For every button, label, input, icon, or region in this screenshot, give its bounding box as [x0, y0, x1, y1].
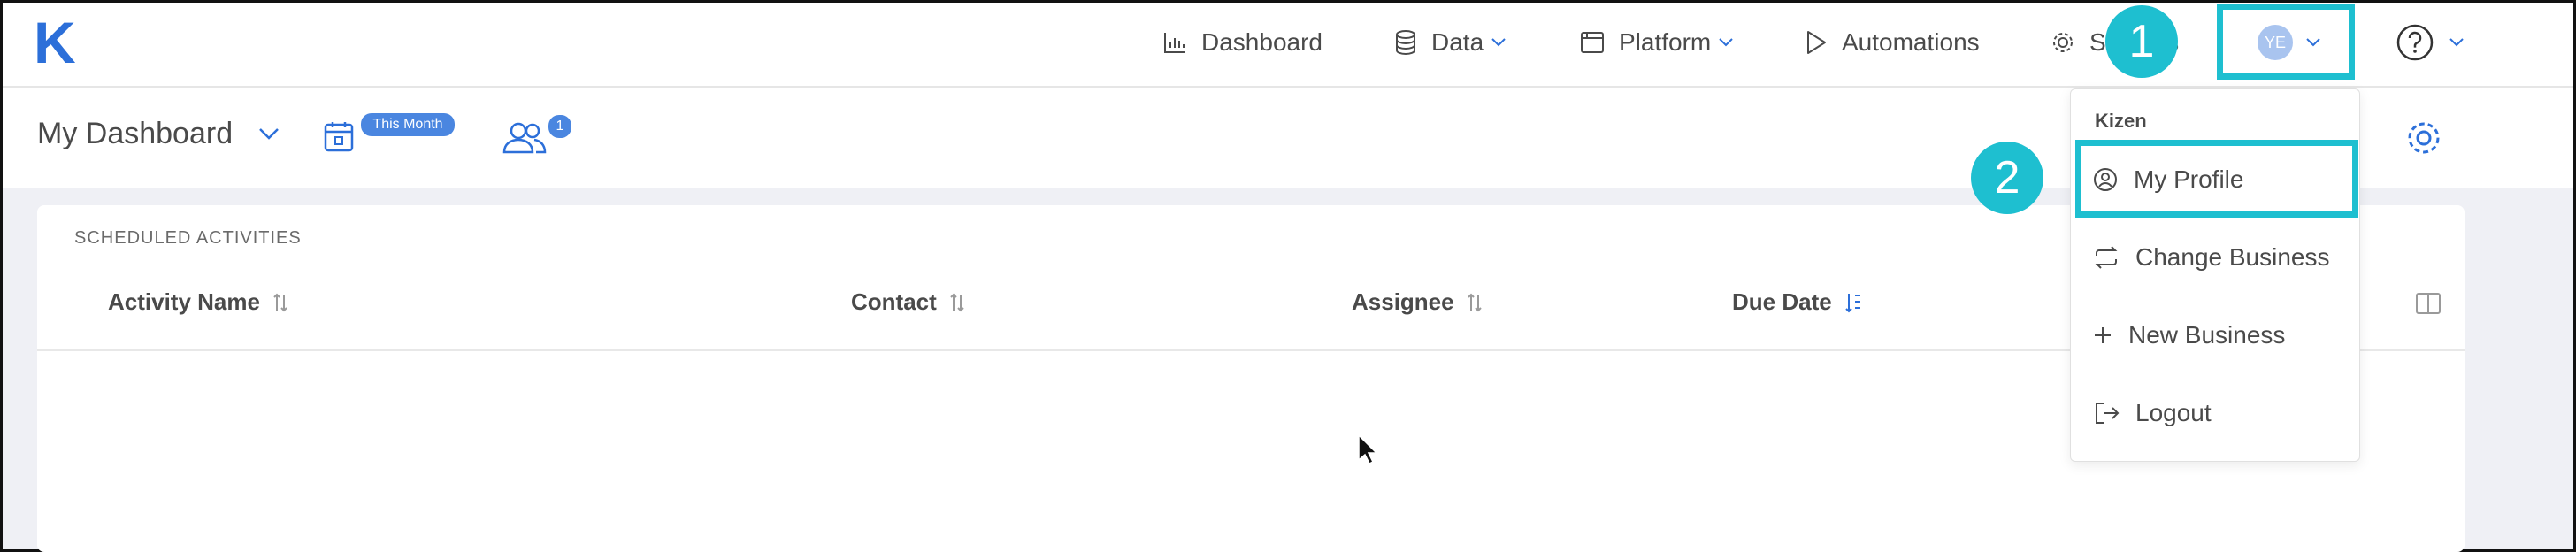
nav-dashboard-label: Dashboard: [1201, 28, 1322, 56]
step-marker-2: 2: [1971, 142, 2043, 214]
highlight-my-profile: [2075, 140, 2358, 218]
nav-data[interactable]: Data: [1394, 25, 1521, 60]
menu-item-change-business[interactable]: Change Business: [2093, 240, 2329, 275]
column-header-contact[interactable]: Contact: [851, 288, 965, 316]
nav-platform[interactable]: Platform: [1580, 25, 1748, 60]
bar-chart-icon: [1164, 33, 1184, 53]
nav-automations[interactable]: Automations: [1805, 25, 1980, 60]
team-icon[interactable]: [501, 120, 548, 154]
column-header-label: Assignee: [1352, 288, 1454, 315]
dashboard-title[interactable]: My Dashboard: [37, 117, 233, 151]
column-header-label: Activity Name: [108, 288, 260, 315]
menu-item-new-business[interactable]: New Business: [2093, 318, 2285, 353]
date-range-badge[interactable]: This Month: [361, 113, 455, 136]
database-icon: [1396, 30, 1415, 56]
swap-arrows-icon: [2095, 246, 2118, 269]
menu-item-logout[interactable]: Logout: [2093, 395, 2212, 431]
menu-item-label: New Business: [2128, 321, 2286, 349]
column-header-label: Contact: [851, 288, 937, 315]
nav-platform-label: Platform: [1619, 28, 1712, 56]
play-icon: [1807, 31, 1826, 54]
chevron-down-icon: [1491, 38, 1506, 47]
chevron-down-icon: [1719, 38, 1733, 47]
column-header-assignee[interactable]: Assignee: [1352, 288, 1483, 316]
sort-icon[interactable]: [949, 293, 965, 312]
column-header-label: Due Date: [1732, 288, 1832, 315]
section-title: SCHEDULED ACTIVITIES: [74, 228, 302, 248]
chevron-down-icon[interactable]: [2449, 37, 2465, 48]
app-logo[interactable]: K: [34, 13, 76, 72]
menu-item-label: Logout: [2135, 399, 2212, 426]
plus-icon: [2095, 327, 2111, 343]
chevron-down-icon[interactable]: [258, 127, 280, 142]
nav-dashboard[interactable]: Dashboard: [1162, 25, 1322, 60]
business-name-header: Kizen: [2095, 110, 2147, 132]
nav-automations-label: Automations: [1842, 28, 1980, 56]
dashboard-settings-gear-icon[interactable]: [2404, 119, 2443, 157]
menu-item-label: Change Business: [2135, 243, 2330, 271]
column-toggle-icon[interactable]: [2415, 292, 2442, 315]
column-header-due-date[interactable]: Due Date: [1732, 288, 1864, 316]
help-icon[interactable]: [2396, 23, 2434, 62]
highlight-avatar-menu: [2217, 4, 2355, 80]
sort-icon[interactable]: [272, 293, 288, 312]
step-marker-1: 1: [2105, 5, 2178, 78]
window-icon: [1581, 32, 1604, 53]
mouse-cursor-icon: [1358, 433, 1378, 465]
gear-icon: [2053, 33, 2073, 52]
sort-icon[interactable]: [1467, 293, 1483, 312]
column-header-activity-name[interactable]: Activity Name: [108, 288, 288, 316]
sort-ascending-icon[interactable]: [1844, 292, 1864, 313]
team-count-badge: 1: [548, 115, 571, 138]
nav-data-label: Data: [1431, 28, 1484, 56]
calendar-icon[interactable]: [324, 120, 354, 152]
logout-icon: [2096, 402, 2120, 424]
